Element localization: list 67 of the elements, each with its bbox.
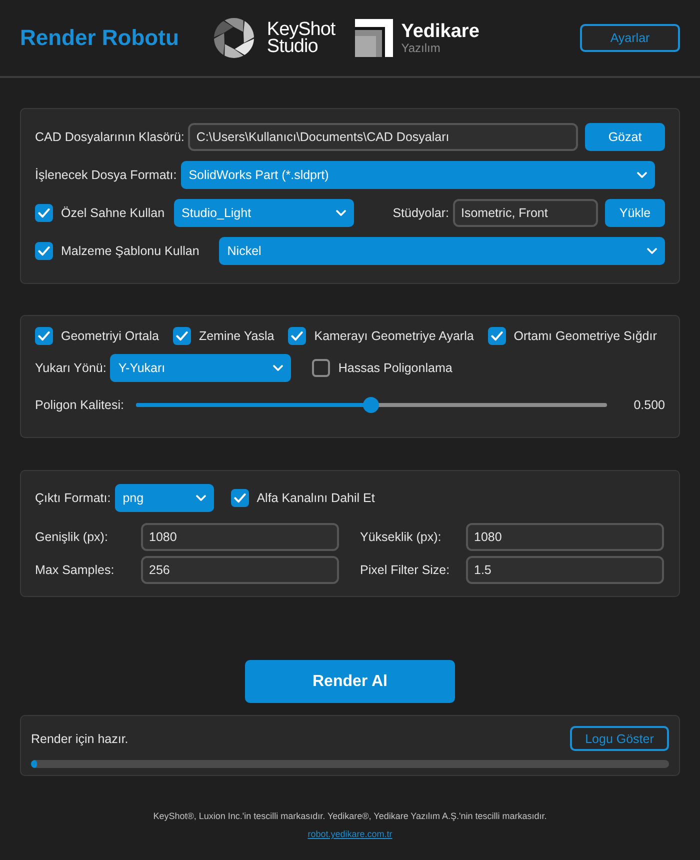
show-log-button[interactable]: Logu Göster [570,726,669,751]
chevron-down-icon [637,172,647,178]
brand-subtitle: Studio [266,38,318,55]
checkbox[interactable] [288,327,306,345]
field-label: CAD Dosyalarının Klasörü: [35,130,184,144]
field-label: Kamerayı Geometriye Ayarla [314,329,474,343]
check-icon [176,331,188,341]
checkbox[interactable] [172,327,191,345]
status-message: Render için hazır. [31,732,128,746]
field-label: Stüdyolar: [392,206,449,220]
field-label: Malzeme Şablonu Kullan [61,244,200,258]
brand-name: Yedikare [401,22,480,42]
field-label: Poligon Kalitesi: [35,398,124,412]
dropdown[interactable]: Nickel [219,237,665,265]
field-label: Çıktı Formatı: [35,491,111,505]
website-link[interactable]: robot.yedikare.com.tr [308,829,392,840]
settings-button[interactable]: Ayarlar [580,24,680,52]
load-button[interactable]: Yükle [605,199,665,227]
field-label: Özel Sahne Kullan [61,206,165,220]
text-field[interactable]: 1080 [141,523,339,551]
field-label: Yükseklik (px): [360,530,442,544]
dropdown[interactable]: Studio_Light [174,199,354,227]
brand-name: KeyShot [266,21,336,38]
slider[interactable] [136,397,607,413]
field-label: Alfa Kanalını Dahil Et [256,491,375,505]
dropdown[interactable]: SolidWorks Part (*.sldprt) [180,161,655,189]
chevron-down-icon [273,365,284,371]
field-label: Pixel Filter Size: [360,563,451,577]
aperture-icon [214,18,254,58]
checkbox[interactable] [35,242,53,260]
field-label: İşlenecek Dosya Formatı: [35,168,177,182]
app-title: Render Robotu [20,25,179,51]
field-label: Hassas Poligonlama [338,361,452,375]
text-field[interactable]: Isometric, Front [453,199,598,227]
text-field[interactable]: 1080 [466,523,664,551]
check-icon [490,331,503,341]
check-icon [234,493,246,503]
slider-thumb[interactable] [363,397,380,413]
text-field[interactable]: C:\Users\Kullanıcı\Documents\CAD Dosyaları [188,123,578,151]
brand-subtitle: Yazılım [401,42,442,54]
checkbox[interactable] [488,327,506,345]
field-label: Ortamı Geometriye Sığdır [514,329,657,343]
check-icon [38,246,50,256]
checkbox[interactable] [312,359,330,377]
check-icon [38,331,50,341]
field-label: Geometriyi Ortala [61,329,159,343]
checkbox[interactable] [230,489,249,507]
render-button[interactable]: Render Al [245,660,455,703]
dropdown[interactable]: png [114,484,214,512]
field-label: Max Samples: [35,563,116,577]
slider-value: 0.500 [632,398,665,412]
chevron-down-icon [647,248,657,254]
dropdown[interactable]: Y-Yukarı [110,354,292,382]
trademark-notice: KeyShot®, Luxion Inc.'in tescilli markasıdır. Yedikare®, Yedikare Yazılım A.Ş.'nin tescilli markasıdır. [153,811,547,822]
chevron-down-icon [336,210,346,216]
text-field[interactable]: 1.5 [466,556,664,584]
chevron-down-icon [196,495,206,501]
check-icon [38,208,50,218]
checkbox[interactable] [35,204,53,222]
field-label: Genişlik (px): [35,530,109,544]
field-label: Zemine Yasla [198,329,274,343]
check-icon [291,331,304,341]
browse-button[interactable]: Gözat [585,123,665,151]
square-logo-icon [355,19,394,57]
field-label: Yukarı Yönü: [35,361,106,375]
text-field[interactable]: 256 [141,556,339,584]
checkbox[interactable] [35,327,53,345]
